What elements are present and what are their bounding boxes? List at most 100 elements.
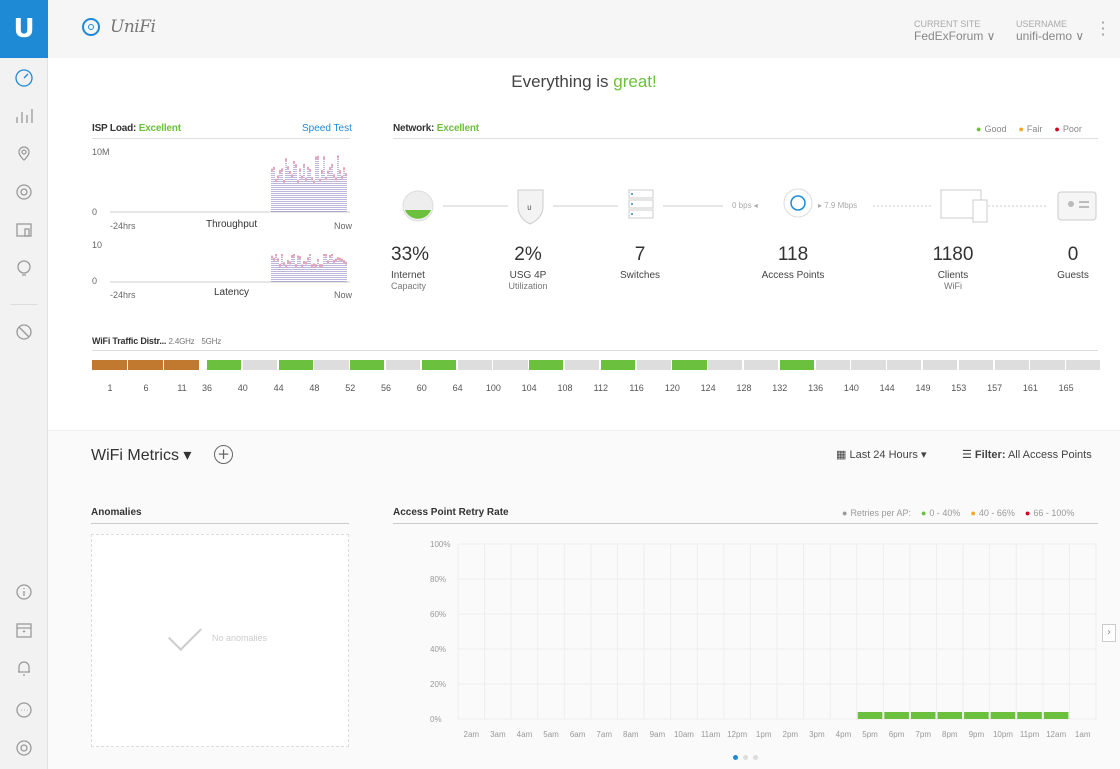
channel-label: 144 [879,383,895,393]
channel-bar-40[interactable] [242,360,278,370]
channel-bar-140[interactable] [851,360,886,370]
stat-switches[interactable]: 7 Switches [600,244,680,281]
latency-label: Latency [214,287,250,298]
add-metric-icon[interactable]: + [214,445,233,464]
channel-bar-104[interactable] [529,360,564,370]
channel-label: 52 [345,383,356,393]
x-tick-label: 9pm [969,730,985,739]
channel-bar-60[interactable] [421,360,457,370]
user-selector[interactable]: USERNAME unifi-demo ∨ [1016,18,1084,42]
channel-bar-144[interactable] [887,360,922,370]
channel-bar-120[interactable] [672,360,707,370]
dot-active[interactable] [733,755,738,760]
y-tick-label: 40% [430,645,446,654]
stat-label: USG 4P [509,270,547,281]
channel-bar-112[interactable] [600,360,636,370]
channel-bar-11[interactable] [164,360,199,370]
channel-bar-64[interactable] [457,360,492,370]
headline-status: great! [613,72,657,91]
stat-value: 33% [391,244,430,265]
stat-access-points[interactable]: 118 Access Points [748,244,838,281]
stat-sublabel: Capacity [391,281,427,291]
security-icon[interactable] [12,320,36,344]
brand-name: UniFi [110,17,156,37]
bell-icon[interactable] [12,656,36,680]
x-tick-label: 3pm [809,730,825,739]
channel-bars [92,360,1102,370]
switch-stack-icon[interactable] [628,189,654,219]
unifi-logo-icon [82,18,100,36]
stat-label: Clients [937,270,969,281]
channel-label: 60 [416,383,427,393]
dot[interactable] [743,755,748,760]
latency-ymax: 10 [92,240,103,250]
channel-label: 36 [201,383,212,393]
x-tick-label: 2pm [783,730,799,739]
ubiquiti-logo[interactable]: U [0,0,48,58]
devices-icon[interactable] [12,180,36,204]
channel-bar-100[interactable] [493,360,528,370]
chevron-right-icon[interactable]: › [1102,624,1116,642]
channel-bar-1[interactable] [92,360,127,370]
channel-bar-56[interactable] [386,360,421,370]
stat-usg[interactable]: 2% USG 4P Utilization [488,244,568,291]
channel-bar-48[interactable] [314,360,349,370]
channel-bar-124[interactable] [708,360,743,370]
network-status: Excellent [436,123,479,134]
channel-bar-52[interactable] [350,360,385,370]
channel-bar-165[interactable] [1066,360,1101,370]
channel-bar-157[interactable] [994,360,1029,370]
x-tick-label: 12pm [727,730,747,739]
statistics-icon[interactable] [12,104,36,128]
insights-icon[interactable] [12,256,36,280]
channel-bar-149[interactable] [923,360,958,370]
map-icon[interactable] [12,142,36,166]
channel-bar-116[interactable] [636,360,671,370]
stat-value: 1180 [932,244,974,265]
carousel-dots[interactable] [733,755,758,760]
latency-chart [110,254,350,283]
x-tick-label: 12am [1046,730,1066,739]
wifi-metrics-title[interactable]: WiFi Metrics ▾ [91,445,191,465]
channel-label: 64 [452,383,463,393]
channel-bar-108[interactable] [565,360,600,370]
rate-up-text: ▸ 7.9 Mbps [818,201,858,210]
internet-globe-icon[interactable] [402,190,434,222]
filter-selector[interactable]: ☰ Filter: All Access Points [962,448,1092,461]
x-tick-label: 4pm [836,730,852,739]
guests-badge-icon[interactable] [1057,191,1097,221]
speed-test-link[interactable]: Speed Test [302,123,352,134]
throughput-chart [110,155,350,213]
stat-internet[interactable]: 33% Internet Capacity [391,244,445,291]
chat-icon[interactable] [12,698,36,722]
channel-bar-128[interactable] [744,360,779,370]
clients-icon[interactable] [12,218,36,242]
info-icon[interactable] [12,580,36,604]
channel-bar-153[interactable] [958,360,994,370]
stat-label: Guests [1057,270,1089,281]
channel-bar-44[interactable] [278,360,313,370]
clients-devices-icon[interactable] [940,189,988,223]
channel-bar-6[interactable] [128,360,163,370]
channel-bar-136[interactable] [815,360,850,370]
stat-clients[interactable]: 1180 Clients WiFi [913,244,993,291]
settings-icon[interactable] [12,736,36,760]
brand[interactable]: UniFi [82,17,156,37]
calendar-icon[interactable] [12,618,36,642]
channel-label: 100 [485,383,501,393]
dashboard-icon[interactable] [12,66,36,90]
more-menu-icon[interactable]: · · · [1098,15,1108,43]
stat-label: Internet [391,270,425,281]
dot[interactable] [753,755,758,760]
stat-guests[interactable]: 0 Guests [1038,244,1108,281]
x-tick-label: 3am [490,730,506,739]
svg-text:ᴜ: ᴜ [527,203,532,212]
channel-bar-36[interactable] [207,360,242,370]
channel-bar-132[interactable] [779,360,815,370]
access-point-icon[interactable] [783,188,813,218]
channel-label: 136 [808,383,824,393]
site-selector[interactable]: CURRENT SITE FedExForum ∨ [914,18,995,42]
gateway-shield-icon[interactable]: ᴜ [517,189,544,225]
time-range-selector[interactable]: ▦ Last 24 Hours ▾ [836,448,927,461]
channel-bar-161[interactable] [1030,360,1065,370]
